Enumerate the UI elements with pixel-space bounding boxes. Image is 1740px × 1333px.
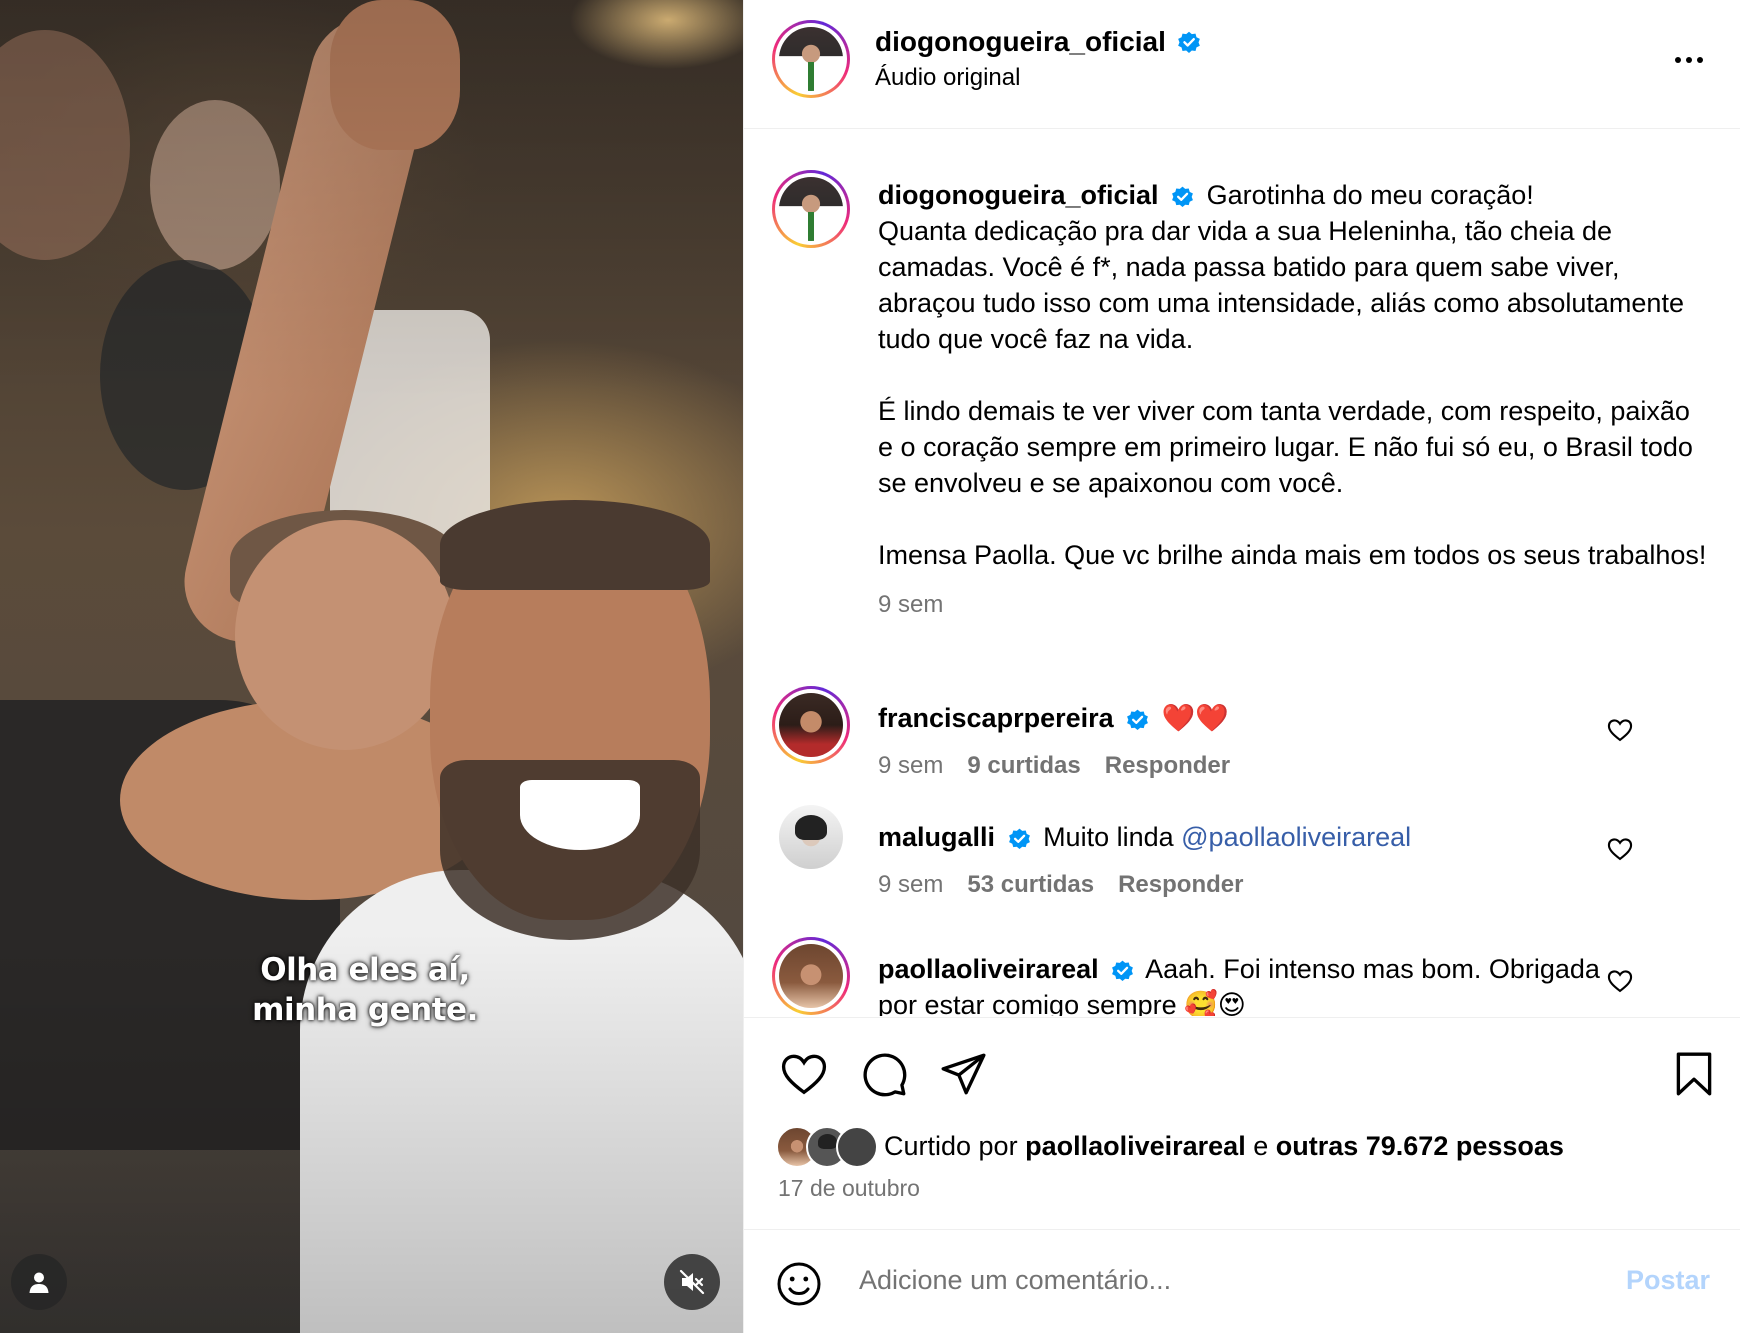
comment-likes[interactable]: 9 curtidas [967,752,1080,780]
post-caption: diogonogueira_oficial Garotinha do meu c… [878,177,1708,623]
comment-time[interactable]: 9 sem [878,871,943,899]
liker-avatars[interactable] [776,1126,878,1168]
comment-time[interactable]: 9 sem [878,752,943,780]
commenter-avatar [779,693,843,757]
video-caption-line: Olha eles aí, [260,952,470,988]
comment-likes[interactable]: 53 curtidas [967,871,1094,899]
video-vignette [0,0,743,1333]
post-video[interactable]: Olha eles aí, minha gente. [0,0,743,1333]
reply-button[interactable]: Responder [1105,752,1230,780]
video-caption: Olha eles aí, minha gente. [230,950,500,1030]
video-caption-line: minha gente. [252,992,478,1028]
verified-badge-icon [1112,960,1134,982]
user-icon [29,1272,49,1293]
liker-avatar [836,1126,878,1168]
post-comment-button[interactable]: Postar [1626,1265,1710,1296]
like-heart-icon[interactable] [779,1049,829,1099]
more-options-icon [1697,57,1703,63]
caption-first-line: Garotinha do meu coração! [1206,180,1534,210]
comment-composer: Adicione um comentário... Postar [744,1229,1740,1333]
author-avatar [779,27,843,91]
heart-icon[interactable] [1606,835,1634,863]
liked-by-user[interactable]: paollaoliveirareal [1025,1131,1246,1162]
author-username[interactable]: diogonogueira_oficial [875,26,1166,58]
liked-by-others[interactable]: outras 79.672 pessoas [1276,1131,1564,1162]
comment-input[interactable]: Adicione um comentário... [859,1265,1171,1296]
liked-by: Curtido por paollaoliveirareal e outras … [776,1126,1564,1168]
comment-bubble-icon[interactable] [859,1049,909,1099]
verified-badge-icon [1008,828,1030,850]
tagged-users-button[interactable] [11,1254,67,1310]
caption-paragraph: Quanta dedicação pra dar vida a sua Hele… [878,216,1684,354]
caption-avatar-ring[interactable] [772,170,850,248]
comments-list[interactable]: diogonogueira_oficial Garotinha do meu c… [744,130,1740,1016]
post-header: diogonogueira_oficial Áudio original [744,0,1740,129]
caption-username[interactable]: diogonogueira_oficial [878,180,1159,210]
muted-speaker-icon [679,1269,705,1295]
share-send-icon[interactable] [938,1049,988,1099]
verified-badge-icon [1178,31,1200,53]
verified-badge-icon [1127,709,1149,731]
comment-text: ❤️❤️ [1161,703,1229,733]
verified-badge-icon [1172,186,1193,208]
emoji-icon[interactable] [775,1260,823,1308]
commenter-avatar-ring[interactable] [772,686,850,764]
commenter-avatar-ring[interactable] [772,937,850,1015]
commenter-avatar[interactable] [779,805,843,869]
more-options-icon [1675,57,1681,63]
comment-text-continued: por estar comigo sempre 🥰😍 [878,990,1246,1016]
comment-username[interactable]: paollaoliveirareal [878,954,1099,984]
heart-icon[interactable] [1606,967,1634,995]
audio-label[interactable]: Áudio original [875,64,1020,92]
comment-username[interactable]: malugalli [878,822,995,852]
caption-paragraph: É lindo demais te ver viver com tanta ve… [878,396,1693,498]
more-options-icon [1686,57,1692,63]
reply-button[interactable]: Responder [1118,871,1243,899]
liked-by-mid: e [1245,1130,1276,1161]
mention-link[interactable]: @paollaoliveirareal [1181,822,1411,852]
save-bookmark-icon[interactable] [1669,1049,1719,1099]
comment-username[interactable]: franciscaprpereira [878,703,1114,733]
comment-text: Muito linda [1043,822,1182,852]
comment-text: Aaah. Foi intenso mas bom. Obrigada [1145,954,1600,984]
caption-timestamp[interactable]: 9 sem [878,587,1708,623]
post-date[interactable]: 17 de outubro [778,1175,920,1202]
commenter-avatar [779,944,843,1008]
caption-paragraph: Imensa Paolla. Que vc brilhe ainda mais … [878,540,1707,570]
more-options-button[interactable] [1664,40,1714,80]
author-avatar-ring[interactable] [772,20,850,98]
heart-icon[interactable] [1606,716,1634,744]
liked-by-prefix: Curtido por [884,1130,1026,1161]
instagram-post-modal: Olha eles aí, minha gente. diogonogueira… [0,0,1740,1333]
post-actions: Curtido por paollaoliveirareal e outras … [744,1017,1740,1229]
caption-avatar [779,177,843,241]
mute-button[interactable] [664,1254,720,1310]
post-side-panel: diogonogueira_oficial Áudio original dio… [743,0,1740,1333]
